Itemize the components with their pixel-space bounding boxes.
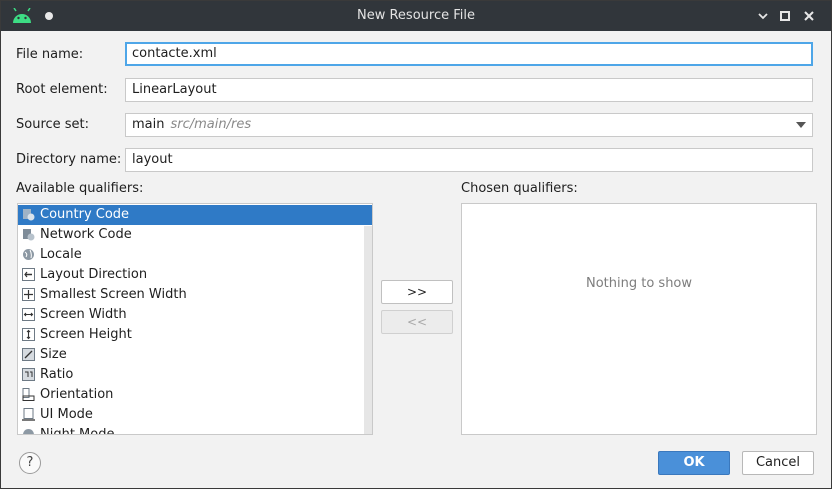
source-set-dropdown[interactable]: main src/main/res xyxy=(125,113,813,137)
directory-name-label: Directory name: xyxy=(16,152,122,167)
list-item-ui-mode[interactable]: UI Mode xyxy=(18,405,372,425)
minimize-icon[interactable] xyxy=(755,8,771,24)
globe-icon xyxy=(23,249,34,260)
title-bar[interactable]: New Resource File xyxy=(1,1,831,31)
list-item-label: Orientation xyxy=(40,387,114,402)
list-item-label: Network Code xyxy=(40,227,132,242)
remove-qualifier-button[interactable]: << xyxy=(381,310,453,334)
list-item-label: Ratio xyxy=(40,367,74,382)
close-icon[interactable] xyxy=(801,8,817,24)
root-element-label: Root element: xyxy=(16,82,108,97)
add-qualifier-button[interactable]: >> xyxy=(381,280,453,304)
list-item-label: UI Mode xyxy=(40,407,93,422)
orientation-icon xyxy=(22,388,35,401)
layout-direction-icon xyxy=(22,268,35,281)
source-set-path: src/main/res xyxy=(170,117,252,132)
list-item-label: Locale xyxy=(40,247,82,262)
ratio-icon xyxy=(22,368,35,381)
list-item-label: Screen Height xyxy=(40,327,132,342)
window-title: New Resource File xyxy=(357,8,475,23)
list-item-orientation[interactable]: Orientation xyxy=(18,385,372,405)
root-element-input[interactable]: LinearLayout xyxy=(125,78,813,102)
ui-mode-icon xyxy=(22,408,35,421)
smallest-width-icon xyxy=(22,288,35,301)
list-item-label: Layout Direction xyxy=(40,267,148,282)
screen-width-icon xyxy=(22,308,35,321)
list-item-label: Smallest Screen Width xyxy=(40,287,187,302)
list-item-size[interactable]: Size xyxy=(18,345,372,365)
source-set-label: Source set: xyxy=(16,117,90,132)
maximize-icon[interactable] xyxy=(777,8,793,24)
list-item-label: Size xyxy=(40,347,67,362)
directory-name-value: layout xyxy=(132,152,173,167)
file-name-input[interactable]: contacte.xml xyxy=(125,42,813,66)
list-item-screen-width[interactable]: Screen Width xyxy=(18,305,372,325)
chevron-down-icon[interactable] xyxy=(796,122,806,128)
list-item-country-code[interactable]: Country Code xyxy=(18,205,372,225)
screen-height-icon xyxy=(22,328,35,341)
list-item-smallest-screen-width[interactable]: Smallest Screen Width xyxy=(18,285,372,305)
network-code-icon xyxy=(23,229,35,241)
empty-state-text: Nothing to show xyxy=(585,276,693,291)
country-code-icon xyxy=(23,209,35,221)
help-button[interactable]: ? xyxy=(19,452,41,474)
file-name-value: contacte.xml xyxy=(132,46,217,61)
directory-name-input[interactable]: layout xyxy=(125,148,813,172)
source-set-value: main xyxy=(132,117,165,132)
list-item-screen-height[interactable]: Screen Height xyxy=(18,325,372,345)
cancel-button[interactable]: Cancel xyxy=(742,451,814,475)
list-scrollbar[interactable] xyxy=(364,226,372,434)
list-item-label: Night Mode xyxy=(40,427,115,435)
new-resource-file-dialog: New Resource File File name: contacte.xm… xyxy=(0,0,832,489)
list-item-locale[interactable]: Locale xyxy=(18,245,372,265)
ok-button[interactable]: OK xyxy=(658,451,730,475)
size-icon xyxy=(22,348,35,361)
root-element-value: LinearLayout xyxy=(132,82,217,97)
list-item-network-code[interactable]: Network Code xyxy=(18,225,372,245)
available-qualifiers-list[interactable]: Country Code Network Code Locale Layout … xyxy=(17,203,373,435)
chosen-qualifiers-list[interactable]: Nothing to show xyxy=(461,203,817,435)
list-item-night-mode[interactable]: Night Mode xyxy=(18,425,372,435)
list-item-ratio[interactable]: Ratio xyxy=(18,365,372,385)
list-item-label: Screen Width xyxy=(40,307,127,322)
chosen-qualifiers-label: Chosen qualifiers: xyxy=(461,181,578,196)
file-name-label: File name: xyxy=(16,47,84,62)
list-item-label: Country Code xyxy=(40,207,130,222)
list-item-layout-direction[interactable]: Layout Direction xyxy=(18,265,372,285)
night-mode-icon xyxy=(23,429,34,434)
available-qualifiers-label: Available qualifiers: xyxy=(16,181,144,196)
